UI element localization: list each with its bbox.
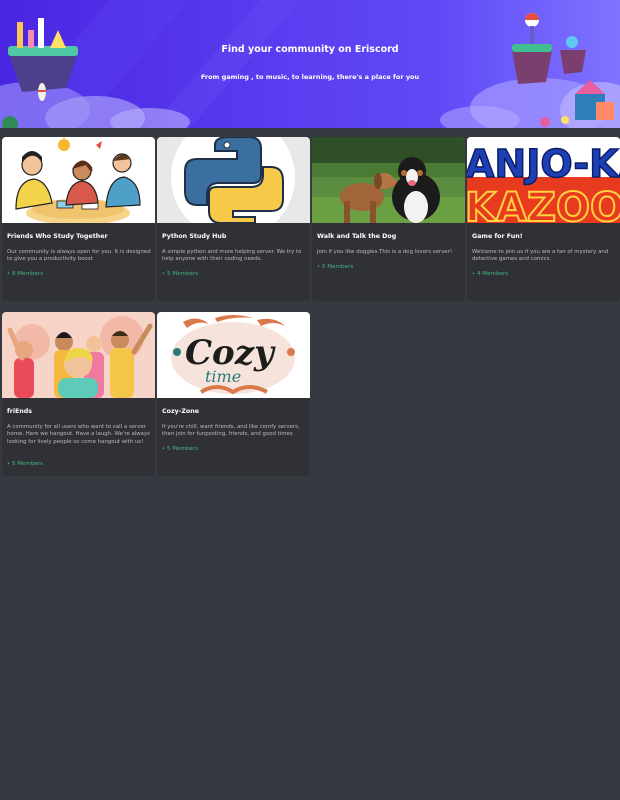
- community-description: Join if you like doggies.This is a dog l…: [317, 249, 452, 255]
- member-count: • 5 Members: [317, 264, 353, 270]
- community-name: Python Study Hub: [162, 233, 227, 240]
- community-name: Game for Fun!: [472, 233, 523, 240]
- community-description: A simple python and more helping server.…: [162, 249, 302, 263]
- svg-text:ANJO-KAZOO: ANJO-KAZOO: [467, 142, 620, 186]
- online-dot-icon: •: [162, 271, 165, 277]
- community-name: Walk and Talk the Dog: [317, 233, 397, 240]
- member-count: • 4 Members: [472, 271, 508, 277]
- cozy-time-lettering: Cozy time: [157, 312, 310, 398]
- banjo-kazooie-logo: ANJO-KAZOO KAZOO: [467, 137, 620, 223]
- page-title: Find your community on Eriscord: [221, 44, 399, 55]
- online-dot-icon: •: [472, 271, 475, 277]
- member-count: • 5 Members: [162, 271, 198, 277]
- svg-text:KAZOO: KAZOO: [467, 185, 620, 223]
- hero-illustration: [0, 0, 620, 128]
- community-name: Friends Who Study Together: [7, 233, 108, 240]
- online-dot-icon: •: [317, 264, 320, 270]
- python-logo: [157, 137, 310, 223]
- community-card[interactable]: Python Study Hub A simple python and mor…: [157, 137, 310, 301]
- member-count-label: 8 Members: [11, 271, 44, 277]
- community-card[interactable]: ANJO-KAZOO KAZOO Game for Fun! Welcome t…: [467, 137, 620, 301]
- community-description: A community for all users who want to ca…: [7, 424, 150, 445]
- online-dot-icon: •: [7, 271, 10, 277]
- friends-selfie-illustration: [2, 312, 155, 398]
- community-card[interactable]: friEnds A community for all users who wa…: [2, 312, 155, 476]
- member-count: • 5 Members: [7, 461, 43, 467]
- member-count-label: 5 Members: [11, 461, 44, 467]
- online-dot-icon: •: [162, 446, 165, 452]
- member-count: • 8 Members: [7, 271, 43, 277]
- community-grid: Friends Who Study Together Our community…: [2, 137, 620, 476]
- community-name: friEnds: [7, 408, 33, 415]
- study-friends-illustration: [2, 137, 155, 223]
- community-name: Cozy-Zone: [162, 408, 199, 415]
- community-card[interactable]: Cozy time Cozy-Zone If you're chill, wan…: [157, 312, 310, 476]
- page-subtitle: From gaming , to music, to learning, the…: [200, 73, 420, 81]
- hero-banner: Find your community on Eriscord From gam…: [0, 0, 620, 128]
- member-count-label: 5 Members: [321, 264, 354, 270]
- dogs-photo: [312, 137, 465, 223]
- svg-text:time: time: [205, 367, 241, 386]
- community-description: Welcome to join us if you are a fan of m…: [472, 249, 609, 263]
- member-count-label: 5 Members: [166, 446, 199, 452]
- online-dot-icon: •: [7, 461, 10, 467]
- community-description: Our community is always open for you. It…: [7, 249, 151, 263]
- member-count: • 5 Members: [162, 446, 198, 452]
- community-description: If you're chill, want friends, and like …: [162, 424, 300, 438]
- member-count-label: 5 Members: [166, 271, 199, 277]
- community-card[interactable]: Walk and Talk the Dog Join if you like d…: [312, 137, 465, 301]
- community-card[interactable]: Friends Who Study Together Our community…: [2, 137, 155, 301]
- member-count-label: 4 Members: [476, 271, 509, 277]
